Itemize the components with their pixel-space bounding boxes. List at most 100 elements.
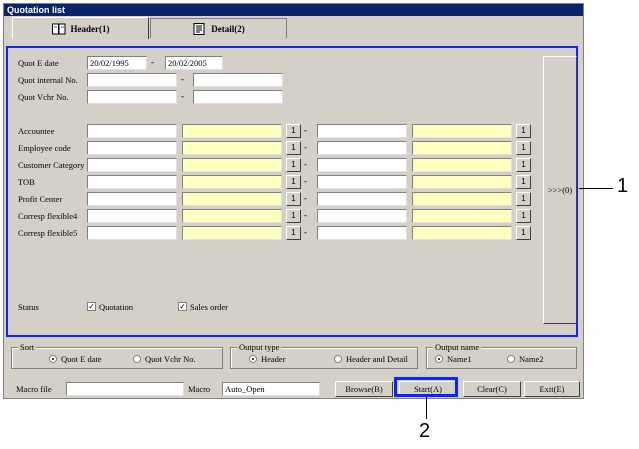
corresp-flexible5-label: Corresp flexible5 [18, 228, 78, 238]
tob-to-search-button[interactable]: 1 [516, 175, 531, 189]
corresp-flexible5-to-search-button[interactable]: 1 [516, 226, 531, 240]
corresp-flexible4-to-name [412, 209, 512, 223]
macro-label: Macro [188, 384, 211, 394]
output-type-group-label: Output type [237, 342, 282, 352]
browse-button[interactable]: Browse(B) [335, 381, 393, 397]
accountee-to-code[interactable] [317, 124, 407, 138]
status-label: Status [18, 302, 39, 312]
employee-code-from-search-button[interactable]: 1 [286, 141, 301, 155]
tab-detail[interactable]: Detail(2) [150, 18, 287, 38]
sort-group: Sort Quot E date Quot Vchr No. [11, 342, 223, 369]
corresp-flexible5-dash: - [304, 227, 307, 237]
quot-vchr-no-to-field[interactable] [193, 90, 283, 104]
quot-internal-no-to-field[interactable] [193, 73, 283, 87]
accountee-to-search-button[interactable]: 1 [516, 124, 531, 138]
quot-e-date-to-field[interactable]: 20/02/2005 [165, 56, 223, 70]
output-name-group-label: Output name [433, 342, 482, 352]
corresp-flexible5-to-code[interactable] [317, 226, 407, 240]
book-icon [51, 23, 66, 35]
quot-internal-no-from-field[interactable] [87, 73, 177, 87]
tob-from-name [182, 175, 282, 189]
tob-from-code[interactable] [87, 175, 177, 189]
output-name-name2-label: Name2 [519, 354, 544, 364]
corresp-flexible4-from-search-button[interactable]: 1 [286, 209, 301, 223]
document-icon [192, 22, 206, 35]
corresp-flexible4-dash: - [304, 210, 307, 220]
employee-code-to-name [412, 141, 512, 155]
tob-dash: - [304, 176, 307, 186]
expand-criteria-label: >>>(0) [547, 185, 573, 195]
employee-code-to-search-button[interactable]: 1 [516, 141, 531, 155]
corresp-flexible4-from-name [182, 209, 282, 223]
accountee-to-name [412, 124, 512, 138]
criteria-panel: Quot E date 20/02/1995 - 20/02/2005 Quot… [6, 46, 578, 337]
quotation-list-window: Quotation list Header(1) Detail(2) Quot … [3, 3, 584, 399]
date-range-dash: - [151, 57, 154, 67]
sort-quot-vchr-no-label: Quot Vchr No. [145, 354, 196, 364]
customer-category-to-search-button[interactable]: 1 [516, 158, 531, 172]
accountee-from-search-button[interactable]: 1 [286, 124, 301, 138]
corresp-flexible5-from-code[interactable] [87, 226, 177, 240]
quot-e-date-label: Quot E date [18, 58, 59, 68]
profit-center-to-search-button[interactable]: 1 [516, 192, 531, 206]
customer-category-from-search-button[interactable]: 1 [286, 158, 301, 172]
quotation-checkbox-label: Quotation [99, 302, 133, 312]
sort-quot-vchr-no-radio[interactable] [133, 355, 141, 363]
sort-group-label: Sort [18, 342, 37, 352]
customer-category-dash: - [304, 159, 307, 169]
profit-center-to-name [412, 192, 512, 206]
corresp-flexible5-from-name [182, 226, 282, 240]
quot-e-date-from-field[interactable]: 20/02/1995 [87, 56, 147, 70]
callout-1-line [579, 188, 613, 189]
profit-center-from-code[interactable] [87, 192, 177, 206]
corresp-flexible4-from-code[interactable] [87, 209, 177, 223]
quot-vchr-no-from-field[interactable] [87, 90, 177, 104]
output-type-header-label: Header [261, 354, 286, 364]
quot-internal-no-label: Quot internal No. [18, 75, 78, 85]
customer-category-from-code[interactable] [87, 158, 177, 172]
tab-header[interactable]: Header(1) [12, 17, 149, 39]
sales-order-checkbox-label: Sales order [190, 302, 229, 312]
tab-detail-label: Detail(2) [211, 23, 245, 34]
vchr-no-dash: - [181, 91, 184, 101]
corresp-flexible5-to-name [412, 226, 512, 240]
sort-quot-e-date-radio[interactable] [49, 355, 57, 363]
corresp-flexible4-to-search-button[interactable]: 1 [516, 209, 531, 223]
output-type-group: Output type Header Header and Detail [230, 342, 418, 369]
employee-code-from-code[interactable] [87, 141, 177, 155]
profit-center-from-name [182, 192, 282, 206]
accountee-from-code[interactable] [87, 124, 177, 138]
profit-center-to-code[interactable] [317, 192, 407, 206]
callout-2: 2 [419, 420, 431, 442]
output-name-name1-radio[interactable] [435, 355, 443, 363]
macro-file-field[interactable] [66, 382, 184, 396]
corresp-flexible5-from-search-button[interactable]: 1 [286, 226, 301, 240]
accountee-dash: - [304, 125, 307, 135]
customer-category-to-code[interactable] [317, 158, 407, 172]
window-title: Quotation list [4, 4, 583, 16]
employee-code-to-code[interactable] [317, 141, 407, 155]
output-type-header-radio[interactable] [249, 355, 257, 363]
tab-header-label: Header(1) [70, 23, 110, 34]
clear-button[interactable]: Clear(C) [463, 381, 521, 397]
tob-to-code[interactable] [317, 175, 407, 189]
quotation-checkbox[interactable]: ✓ [87, 302, 96, 311]
exit-button[interactable]: Exit(E) [524, 381, 580, 397]
callout-1: 1 [617, 175, 629, 197]
customer-category-label: Customer Category [18, 160, 85, 170]
corresp-flexible4-to-code[interactable] [317, 209, 407, 223]
employee-code-dash: - [304, 142, 307, 152]
profit-center-from-search-button[interactable]: 1 [286, 192, 301, 206]
tob-label: TOB [18, 177, 35, 187]
accountee-from-name [182, 124, 282, 138]
quot-vchr-no-label: Quot Vchr No. [18, 92, 69, 102]
output-type-header-detail-radio[interactable] [334, 355, 342, 363]
expand-criteria-button[interactable]: >>>(0) [543, 56, 577, 324]
macro-field[interactable]: Auto_Open [222, 382, 320, 396]
employee-code-label: Employee code [18, 143, 71, 153]
sales-order-checkbox[interactable]: ✓ [178, 302, 187, 311]
output-name-group: Output name Name1 Name2 [426, 342, 577, 369]
tob-from-search-button[interactable]: 1 [286, 175, 301, 189]
output-name-name2-radio[interactable] [507, 355, 515, 363]
tab-strip: Header(1) Detail(2) [4, 16, 583, 39]
